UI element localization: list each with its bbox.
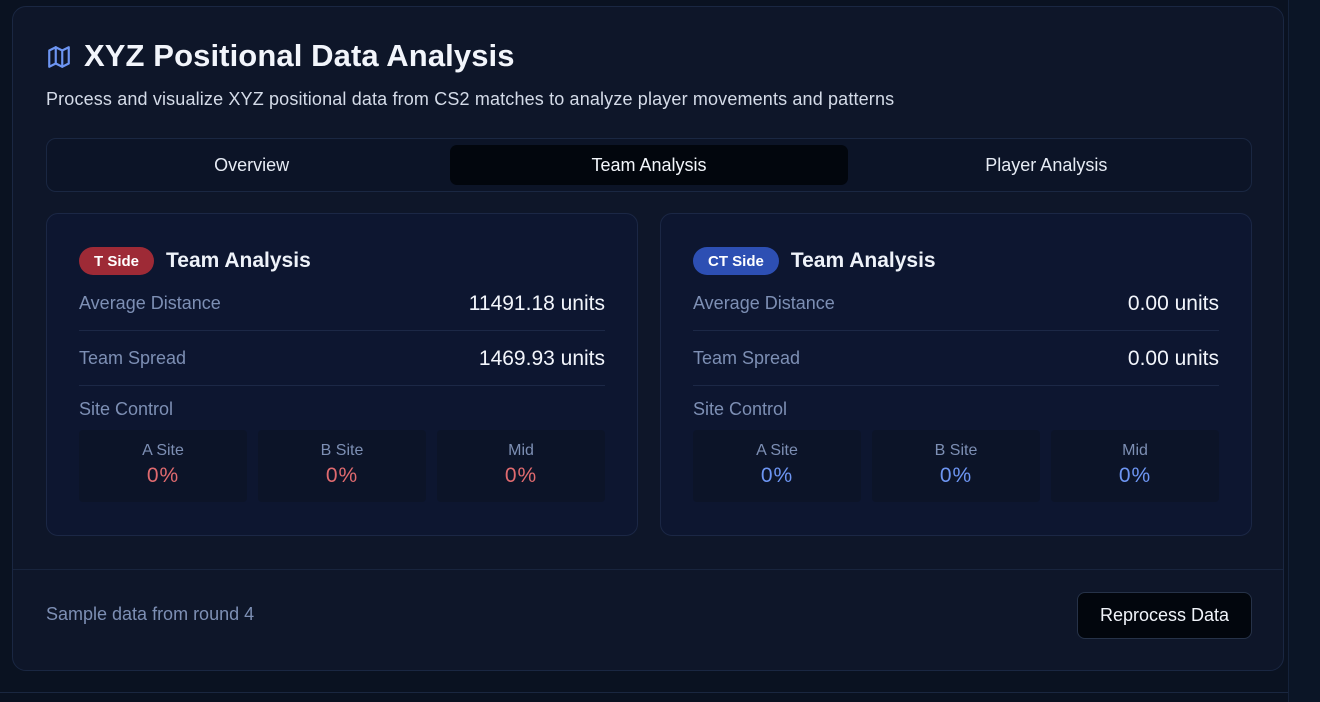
next-card-edge (0, 692, 1288, 702)
tab-team-analysis[interactable]: Team Analysis (450, 145, 848, 185)
map-icon (48, 46, 70, 68)
site-mid-box: Mid 0% (1051, 430, 1219, 502)
site-name: B Site (320, 442, 364, 459)
site-name: Mid (1122, 442, 1148, 459)
footer-divider (13, 569, 1283, 570)
site-value: 0% (760, 464, 794, 487)
site-b-box: B Site 0% (872, 430, 1040, 502)
panel-title: Team Analysis (166, 249, 311, 272)
tab-bar: Overview Team Analysis Player Analysis (46, 138, 1252, 192)
site-name: B Site (934, 442, 978, 459)
team-spread-row: Team Spread 1469.93 units (79, 332, 605, 386)
tab-player-analysis[interactable]: Player Analysis (848, 145, 1245, 185)
site-control-grid: A Site 0% B Site 0% Mid 0% (693, 430, 1219, 502)
average-distance-label: Average Distance (693, 293, 835, 313)
ct-side-panel: CT Side Team Analysis Average Distance 0… (660, 213, 1252, 536)
site-value: 0% (1118, 464, 1152, 487)
site-value: 0% (504, 464, 538, 487)
site-control-label: Site Control (79, 399, 174, 419)
site-name: A Site (142, 442, 184, 459)
page-subtitle: Process and visualize XYZ positional dat… (46, 89, 895, 109)
site-b-box: B Site 0% (258, 430, 426, 502)
card-header: XYZ Positional Data Analysis Process and… (46, 37, 1250, 110)
site-value: 0% (325, 464, 359, 487)
site-a-box: A Site 0% (693, 430, 861, 502)
tab-overview[interactable]: Overview (53, 145, 450, 185)
team-spread-row: Team Spread 0.00 units (693, 332, 1219, 386)
team-spread-label: Team Spread (693, 348, 801, 368)
average-distance-row: Average Distance 11491.18 units (79, 277, 605, 331)
team-spread-value: 0.00 units (1127, 346, 1219, 370)
site-name: Mid (508, 442, 534, 459)
panel-header: CT Side Team Analysis (693, 247, 936, 275)
panel-header: T Side Team Analysis (79, 247, 311, 275)
analysis-card: XYZ Positional Data Analysis Process and… (12, 6, 1284, 671)
average-distance-label: Average Distance (79, 293, 221, 313)
title-row: XYZ Positional Data Analysis (46, 37, 1250, 75)
site-value: 0% (146, 464, 180, 487)
site-control-label: Site Control (693, 399, 788, 419)
site-control-grid: A Site 0% B Site 0% Mid 0% (79, 430, 605, 502)
ct-side-badge: CT Side (693, 247, 779, 275)
page-edge (1288, 0, 1320, 702)
page-title: XYZ Positional Data Analysis (84, 38, 515, 73)
reprocess-data-button[interactable]: Reprocess Data (1077, 592, 1252, 639)
sample-data-note: Sample data from round 4 (46, 604, 255, 624)
site-mid-box: Mid 0% (437, 430, 605, 502)
average-distance-value: 11491.18 units (468, 291, 605, 315)
panel-title: Team Analysis (790, 249, 936, 272)
average-distance-value: 0.00 units (1127, 291, 1219, 315)
average-distance-row: Average Distance 0.00 units (693, 277, 1219, 331)
site-value: 0% (939, 464, 973, 487)
team-spread-label: Team Spread (79, 348, 187, 368)
site-a-box: A Site 0% (79, 430, 247, 502)
t-side-badge: T Side (79, 247, 155, 275)
site-name: A Site (756, 442, 798, 459)
team-spread-value: 1469.93 units (478, 346, 605, 370)
t-side-panel: T Side Team Analysis Average Distance 11… (46, 213, 638, 536)
